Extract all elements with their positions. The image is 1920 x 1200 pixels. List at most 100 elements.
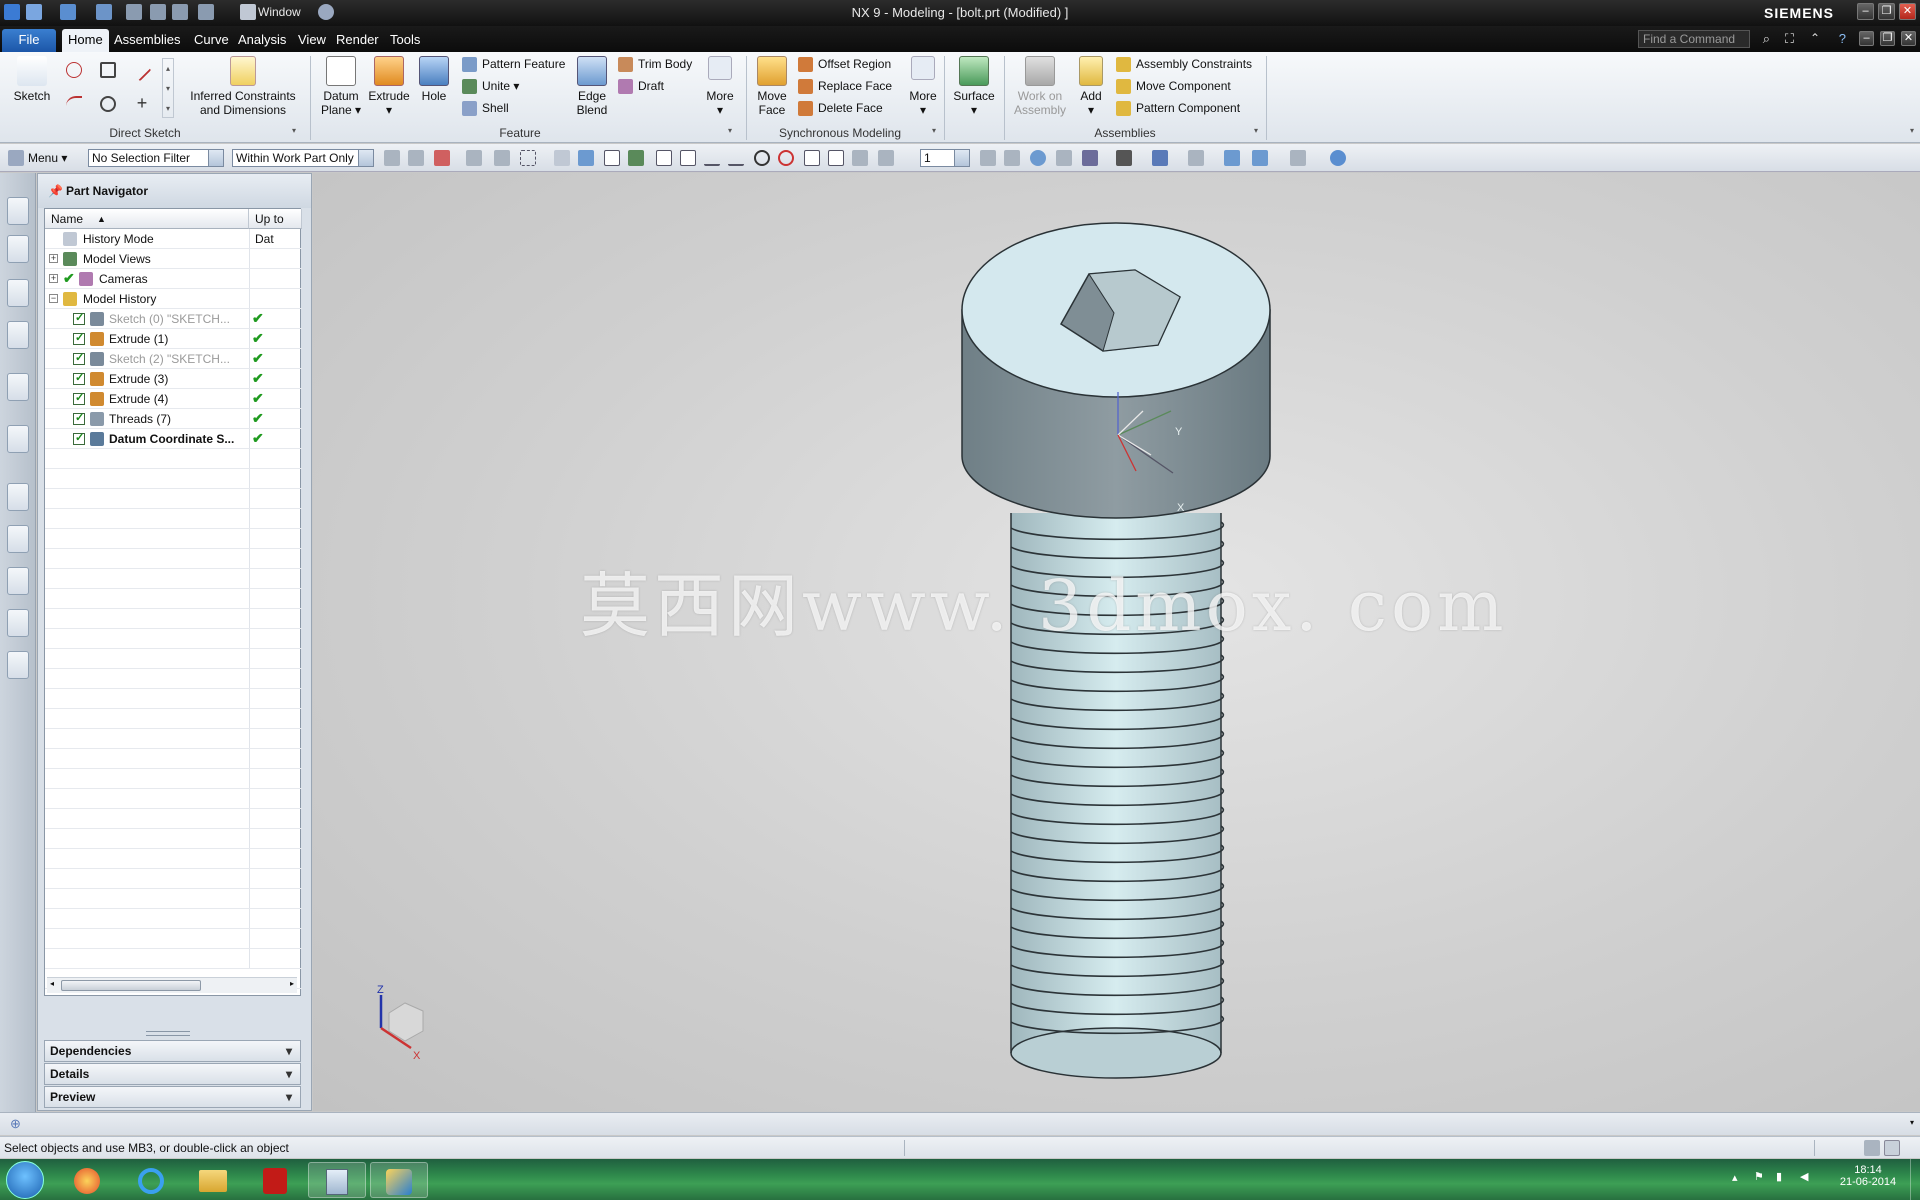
tab-render[interactable]: Render	[330, 29, 385, 52]
tab-file[interactable]: File	[2, 29, 56, 52]
minimize-button[interactable]: –	[1857, 3, 1874, 20]
work-layer-select[interactable]: 1	[920, 149, 970, 167]
tab-assemblies[interactable]: Assemblies	[108, 29, 186, 52]
history-tab[interactable]	[7, 483, 29, 511]
doc-close-button[interactable]: ✕	[1901, 31, 1916, 46]
feature-checkbox[interactable]	[73, 311, 85, 325]
navigator-row[interactable]: Sketch (2) "SKETCH... ✔	[45, 349, 302, 369]
sketch-button[interactable]: Sketch	[8, 56, 56, 103]
feature-checkbox[interactable]	[73, 371, 85, 385]
add-component-button[interactable]: Add ▾	[1074, 56, 1108, 117]
navigator-row[interactable]: Datum Coordinate S... ✔	[45, 429, 302, 449]
orient-view-icon[interactable]	[1082, 150, 1098, 166]
process-studio-tab[interactable]	[7, 525, 29, 553]
hole-button[interactable]: Hole	[414, 56, 454, 103]
window-layout-icon[interactable]	[1884, 1140, 1900, 1156]
collapse-ribbon-icon[interactable]: ⌃	[1810, 31, 1820, 45]
tab-home[interactable]: Home	[62, 29, 109, 52]
assembly-navigator-tab[interactable]	[7, 197, 29, 225]
snap-intersection-icon[interactable]	[878, 150, 894, 166]
delete-face-button[interactable]: Delete Face	[798, 98, 883, 118]
select-body-icon[interactable]	[578, 150, 594, 166]
pattern-component-button[interactable]: Pattern Component	[1116, 98, 1240, 118]
action-center-icon[interactable]: ⚑	[1754, 1170, 1764, 1183]
arc-icon[interactable]	[66, 96, 82, 112]
tab-curve[interactable]: Curve	[188, 29, 235, 52]
chevron-down-icon[interactable]: ▾	[281, 1089, 297, 1105]
rectangle-select-icon[interactable]	[520, 150, 536, 166]
pin-icon[interactable]: 📌	[48, 174, 63, 208]
cycle-select-icon[interactable]	[466, 150, 482, 166]
tab-tools[interactable]: Tools	[384, 29, 426, 52]
roles-tab[interactable]	[7, 567, 29, 595]
collapse-icon[interactable]: −	[49, 294, 58, 303]
panel-details[interactable]: Details ▾	[44, 1063, 301, 1085]
work-on-assembly-button[interactable]: Work on Assembly	[1010, 56, 1070, 117]
column-header-up-to-date[interactable]: Up to Dat	[249, 209, 302, 246]
select-feature-icon[interactable]	[554, 150, 570, 166]
trim-body-button[interactable]: Trim Body	[618, 54, 692, 74]
splitter-handle[interactable]	[146, 1031, 190, 1036]
feature-checkbox[interactable]	[73, 411, 85, 425]
reuse-library-tab[interactable]	[7, 321, 29, 349]
part-navigator-tab[interactable]	[7, 279, 29, 307]
render-style-icon[interactable]	[1116, 150, 1132, 166]
navigator-row[interactable]: Extrude (1) ✔	[45, 329, 302, 349]
snap-settings-icon[interactable]	[628, 150, 644, 166]
system-scenes-tab[interactable]	[7, 609, 29, 637]
network-icon[interactable]: ▮	[1776, 1170, 1782, 1183]
zoom-icon[interactable]	[1004, 150, 1020, 166]
navigator-row[interactable]: History Mode	[45, 229, 302, 249]
snap-end-point-icon[interactable]	[656, 150, 672, 166]
unite-button[interactable]: Unite ▾	[462, 76, 519, 96]
wcs-icon[interactable]	[1330, 150, 1346, 166]
navigator-row[interactable]: Extrude (3) ✔	[45, 369, 302, 389]
snap-quadrant-icon[interactable]	[778, 150, 794, 166]
start-button[interactable]	[6, 1161, 44, 1199]
search-icon[interactable]: ⌕	[1763, 31, 1770, 47]
navigator-row[interactable]: Extrude (4) ✔	[45, 389, 302, 409]
rectangle-icon[interactable]	[100, 62, 116, 78]
assembly-constraints-button[interactable]: Assembly Constraints	[1116, 54, 1252, 74]
palettes-tab[interactable]	[7, 651, 29, 679]
navigator-row[interactable]: + ✔ Cameras	[45, 269, 302, 289]
snap-on-face-icon[interactable]	[852, 150, 868, 166]
expand-icon[interactable]: +	[49, 274, 58, 283]
find-command-input[interactable]: Find a Command	[1638, 30, 1750, 48]
help-icon[interactable]: ?	[1839, 31, 1846, 46]
horizontal-scrollbar[interactable]: ◂ ▸	[47, 977, 297, 993]
show-desktop-button[interactable]	[1910, 1159, 1920, 1200]
snap-existing-point-icon[interactable]	[804, 150, 820, 166]
move-face-button[interactable]: Move Face	[752, 56, 792, 117]
view-options-icon[interactable]: ⊕	[10, 1116, 21, 1132]
chevron-down-icon[interactable]: ▾	[281, 1043, 297, 1059]
snap-point-icon[interactable]	[604, 150, 620, 166]
doc-minimize-button[interactable]: –	[1859, 31, 1874, 46]
point-icon[interactable]: +	[134, 94, 150, 112]
select-all-icon[interactable]	[434, 150, 450, 166]
scrollbar-thumb[interactable]	[61, 980, 201, 991]
fit-view-icon[interactable]	[980, 150, 996, 166]
extrude-button[interactable]: Extrude ▾	[366, 56, 412, 117]
navigator-row[interactable]: Threads (7) ✔	[45, 409, 302, 429]
taskbar-calculator[interactable]	[308, 1162, 366, 1198]
navigator-row[interactable]: − Model History	[45, 289, 302, 309]
preferences-icon[interactable]	[1290, 150, 1306, 166]
clock[interactable]: 18:14 21-06-2014	[1828, 1164, 1908, 1188]
sketch-gallery-scroll[interactable]: ▴ ▾ ▾	[162, 58, 174, 118]
inferred-constraints-button[interactable]: Inferred Constraints and Dimensions	[186, 56, 300, 117]
close-button[interactable]: ✕	[1899, 3, 1916, 20]
deselect-icon[interactable]	[494, 150, 510, 166]
edge-blend-button[interactable]: Edge Blend	[570, 56, 614, 117]
taskbar-explorer[interactable]	[184, 1162, 242, 1198]
move-component-button[interactable]: Move Component	[1116, 76, 1231, 96]
feature-checkbox[interactable]	[73, 331, 85, 345]
work-view-icon[interactable]	[1224, 150, 1240, 166]
section-view-icon[interactable]	[1188, 150, 1204, 166]
cue-dropdown-icon[interactable]: ▾	[1910, 1118, 1914, 1127]
expand-icon[interactable]: +	[49, 254, 58, 263]
ribbon-options-dropdown[interactable]: ▾	[1910, 126, 1914, 135]
doc-restore-button[interactable]: ❐	[1880, 31, 1895, 46]
panel-dependencies[interactable]: Dependencies ▾	[44, 1040, 301, 1062]
visible-check-icon[interactable]: ✔	[63, 270, 75, 287]
